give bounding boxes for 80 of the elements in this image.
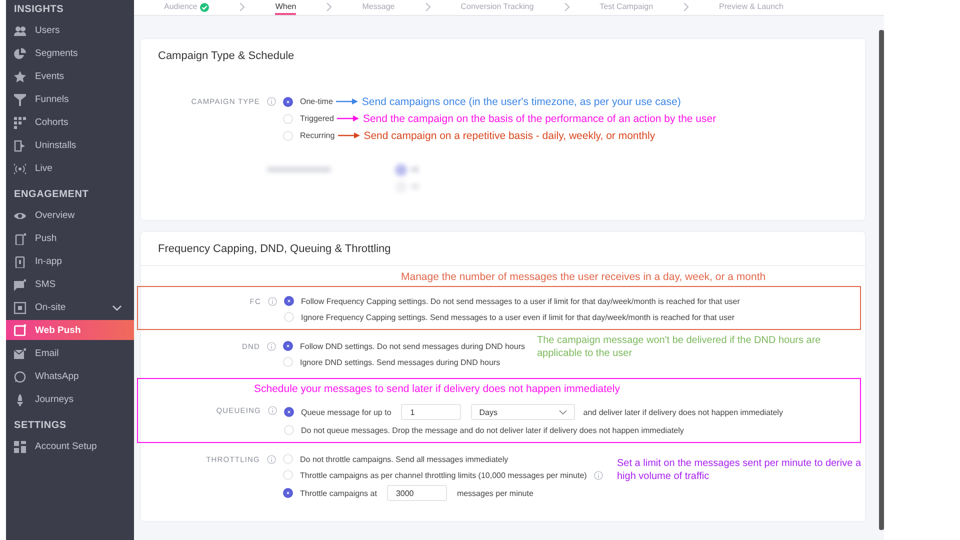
annotation-text: Set a limit on the messages sent per minute to derive a high volume of traffic <box>617 457 862 483</box>
annotation-text: Send the campaign on the basis of the performance of an action by the user <box>362 112 716 124</box>
grid-icon <box>14 440 26 452</box>
section-heading: SETTINGS <box>13 419 68 433</box>
chevron-right-icon <box>564 3 570 11</box>
phone-icon <box>14 232 26 244</box>
nav-item[interactable]: SMS <box>6 273 134 296</box>
funnel-icon <box>14 94 26 106</box>
nav-item[interactable]: Account Setup <box>6 435 134 458</box>
option-label: Do not throttle campaigns. Send all messages immediately <box>300 454 508 464</box>
scrollbar[interactable] <box>879 30 884 530</box>
option-label: Ignore DND settings. Send messages during DND hours <box>300 358 500 366</box>
nav-item[interactable]: In-app <box>6 250 134 273</box>
unit-dropdown[interactable]: Days <box>471 404 576 420</box>
nav-item[interactable]: Uninstalls <box>6 134 134 157</box>
number-field[interactable]: 3000 <box>386 485 447 501</box>
card-title: Frequency Capping, DND, Queuing & Throttling <box>158 242 392 256</box>
option-label: Ignore Frequency Capping settings. Send messages to a user even if limit for that day/week/month is reached for that user <box>301 312 735 322</box>
section-heading: ENGAGEMENT <box>13 188 90 202</box>
chevron-right-icon <box>239 3 246 11</box>
nav-item[interactable]: Overview <box>6 204 134 227</box>
option-label: messages per minute <box>456 488 534 498</box>
option-label: Do not queue messages. Drop the message and do not deliver later if delivery does not happen immediately <box>301 426 684 434</box>
option-label: Queue message for up to <box>301 408 392 416</box>
exit-icon <box>14 140 26 152</box>
envelope-icon <box>14 348 26 360</box>
info-icon <box>267 454 276 464</box>
option-label: Throttle campaigns as per channel throttling limits (10,000 messages per minute) <box>300 470 587 480</box>
option-label: Follow DND settings. Do not send messages during DND hours <box>300 342 525 350</box>
window-icon <box>14 302 26 314</box>
annotation-text: Send campaign on a repetitive basis - daily, weekly, or monthly <box>364 130 656 142</box>
phone-icon <box>14 256 26 268</box>
people-icon <box>14 24 26 36</box>
nav-item[interactable]: Live <box>6 157 134 180</box>
radio-button[interactable] <box>283 341 293 351</box>
pie-chart-icon <box>14 48 26 60</box>
info-icon <box>267 342 276 350</box>
nav-item[interactable]: Email <box>6 342 134 365</box>
radio-button[interactable] <box>283 96 293 106</box>
nav-item[interactable]: Web Push <box>6 320 134 340</box>
rocket-icon <box>14 394 26 406</box>
nav-item[interactable]: On-site <box>6 296 134 319</box>
option-label: Follow Frequency Capping settings. Do not send messages to a user if limit for that day/week/month is reached for that user <box>301 296 740 306</box>
chevron-down-icon <box>559 410 568 414</box>
info-icon <box>267 96 276 106</box>
annotation-text: Schedule your messages to send later if delivery does not happen immediately <box>254 383 621 396</box>
option-label: Throttle campaigns at <box>300 488 377 498</box>
card-title: Campaign Type & Schedule <box>158 49 296 63</box>
nav-item[interactable]: WhatsApp <box>6 365 134 388</box>
info-icon <box>268 406 277 414</box>
chevron-right-icon <box>683 3 690 11</box>
info-icon <box>268 296 277 306</box>
dots-grid-icon <box>14 116 26 128</box>
nav-item[interactable]: Funnels <box>6 88 134 111</box>
radio-button[interactable] <box>283 488 293 498</box>
section-heading: INSIGHTS <box>13 3 65 17</box>
radio-button[interactable] <box>284 407 294 417</box>
browser-icon <box>14 324 26 336</box>
nav-item[interactable]: Cohorts <box>6 111 134 134</box>
radio-button[interactable] <box>284 296 294 306</box>
annotation-text: Send campaigns once (in the user's timezone, as per your use case) <box>362 96 681 108</box>
annotation-text: The campaign message won't be delivered if the DND hours are applicable to the user <box>537 334 822 360</box>
number-field[interactable]: 1 <box>401 404 462 420</box>
annotation-text: Manage the number of messages the user receives in a day, week, or a month <box>401 271 767 284</box>
nav-item[interactable]: Push <box>6 227 134 250</box>
star-icon <box>14 70 26 82</box>
step-tab[interactable]: When <box>275 0 296 15</box>
chevron-right-icon <box>424 3 431 11</box>
option-label: Recurring <box>300 131 335 140</box>
chat-bubble-icon <box>14 370 26 382</box>
option-label: Triggered <box>300 114 334 123</box>
nav-item[interactable]: Users <box>6 19 134 42</box>
chat-icon <box>14 278 26 290</box>
option-label: and deliver later if delivery does not happen immediately <box>583 408 783 416</box>
option-label: One-time <box>300 97 333 106</box>
nav-item[interactable]: Events <box>6 65 134 88</box>
broadcast-icon <box>14 162 26 174</box>
nav-item[interactable]: Journeys <box>6 388 134 411</box>
nav-item[interactable]: Segments <box>6 42 134 65</box>
chevron-right-icon <box>326 3 332 11</box>
